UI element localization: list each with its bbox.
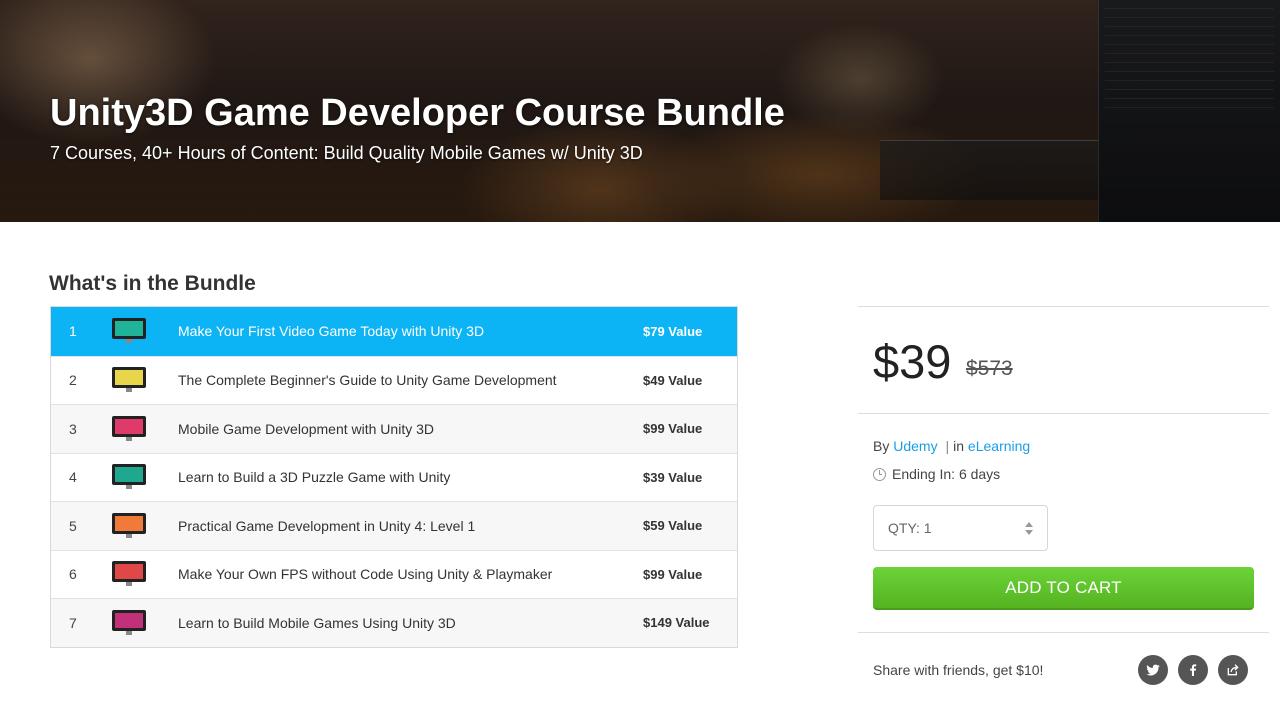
monitor-icon	[112, 367, 146, 393]
share-icon[interactable]	[1218, 655, 1248, 685]
bundle-item[interactable]: 6 Make Your Own FPS without Code Using U…	[51, 549, 737, 598]
monitor-icon	[112, 318, 146, 344]
item-number: 2	[69, 372, 77, 389]
stepper-arrows[interactable]	[1025, 521, 1033, 535]
item-number: 4	[69, 469, 77, 486]
ending-line: Ending In: 6 days	[873, 466, 1000, 482]
in-label: in	[953, 438, 965, 454]
hero-banner: Unity3D Game Developer Course Bundle 7 C…	[0, 0, 1280, 222]
chevron-up-icon[interactable]	[1025, 521, 1033, 527]
monitor-icon	[112, 512, 146, 539]
chevron-down-icon[interactable]	[1025, 529, 1033, 535]
facebook-icon[interactable]	[1178, 655, 1208, 685]
item-title: Make Your First Video Game Today with Un…	[178, 323, 485, 340]
clock-icon	[873, 467, 886, 481]
item-title: The Complete Beginner's Guide to Unity G…	[178, 372, 557, 389]
by-label: By	[873, 438, 890, 454]
share-text: Share with friends, get $10!	[873, 662, 1044, 678]
quantity-label: QTY: 1	[888, 520, 932, 536]
bundle-item[interactable]: 5 Practical Game Development in Unity 4:…	[51, 501, 737, 550]
item-number: 6	[69, 566, 77, 583]
item-number: 7	[69, 614, 77, 631]
bundle-list: 1 Make Your First Video Game Today with …	[50, 306, 738, 648]
item-title: Make Your Own FPS without Code Using Uni…	[178, 566, 553, 583]
item-value: $149 Value	[643, 615, 710, 631]
original-price: $573	[966, 357, 1013, 380]
add-to-cart-button[interactable]: ADD TO CART	[873, 567, 1254, 610]
bundle-item[interactable]: 1 Make Your First Video Game Today with …	[51, 307, 737, 356]
bundle-heading: What's in the Bundle	[49, 272, 256, 295]
bundle-item[interactable]: 2 The Complete Beginner's Guide to Unity…	[51, 355, 737, 404]
bundle-item[interactable]: 3 Mobile Game Development with Unity 3D …	[51, 404, 737, 453]
divider	[858, 306, 1269, 307]
separator: |	[945, 438, 950, 454]
item-title: Learn to Build a 3D Puzzle Game with Uni…	[178, 469, 451, 486]
item-title: Practical Game Development in Unity 4: L…	[178, 517, 476, 534]
bundle-item[interactable]: 7 Learn to Build Mobile Games Using Unit…	[51, 598, 737, 647]
item-title: Mobile Game Development with Unity 3D	[178, 420, 434, 437]
category-link[interactable]: eLearning	[968, 438, 1030, 454]
page-subtitle: 7 Courses, 40+ Hours of Content: Build Q…	[50, 143, 643, 163]
sale-price: $39	[873, 335, 952, 388]
divider	[858, 413, 1269, 414]
item-value: $99 Value	[643, 566, 703, 582]
vendor-line: By Udemy | in eLearning	[873, 438, 1030, 454]
monitor-icon	[112, 561, 146, 587]
monitor-icon	[112, 464, 146, 490]
vendor-link[interactable]: Udemy	[893, 438, 937, 454]
item-value: $39 Value	[643, 469, 703, 485]
ending-text: Ending In: 6 days	[892, 466, 1001, 482]
page-title: Unity3D Game Developer Course Bundle	[50, 92, 785, 134]
item-number: 3	[69, 420, 77, 437]
item-value: $99 Value	[643, 421, 703, 437]
monitor-icon	[112, 609, 146, 636]
item-value: $79 Value	[643, 323, 703, 339]
item-number: 5	[69, 517, 77, 534]
item-value: $59 Value	[643, 518, 703, 534]
item-title: Learn to Build Mobile Games Using Unity …	[178, 614, 456, 631]
item-value: $49 Value	[643, 372, 703, 388]
item-number: 1	[69, 323, 77, 340]
quantity-stepper[interactable]: QTY: 1	[873, 505, 1048, 551]
twitter-icon[interactable]	[1138, 655, 1168, 685]
divider	[858, 632, 1269, 633]
bundle-item[interactable]: 4 Learn to Build a 3D Puzzle Game with U…	[51, 452, 737, 501]
monitor-icon	[112, 415, 146, 442]
